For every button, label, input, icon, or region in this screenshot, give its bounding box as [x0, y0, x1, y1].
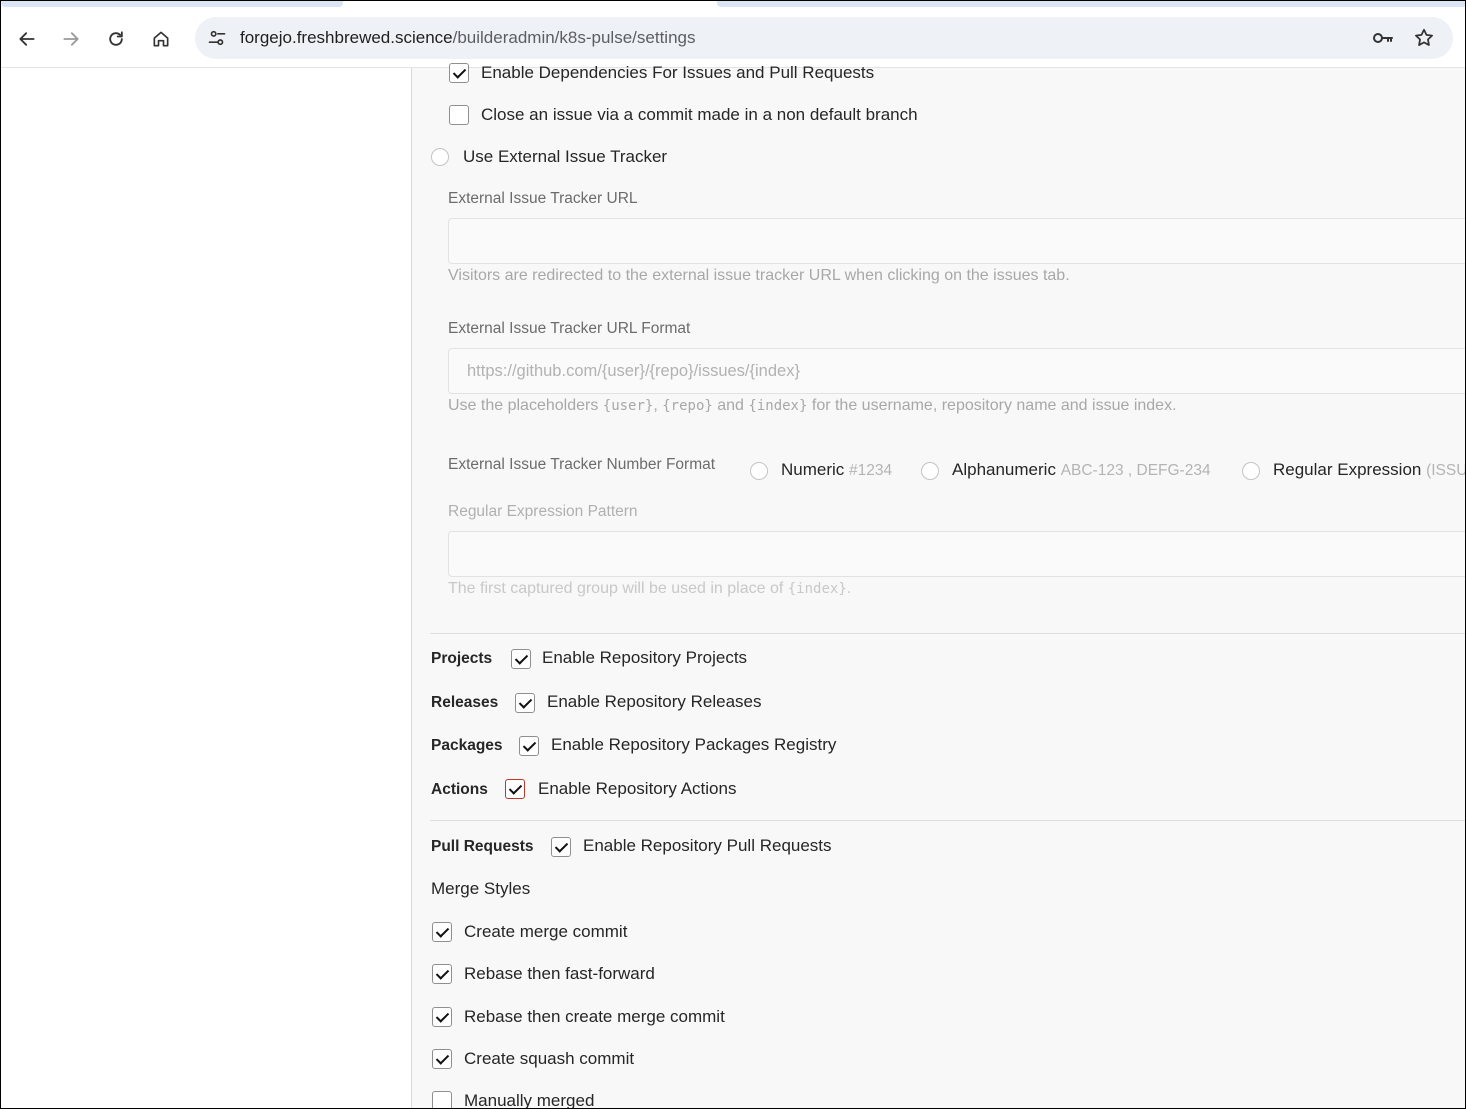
merge-style-manual-label[interactable]: Manually merged: [464, 1091, 594, 1108]
alphanumeric-format-name: Alphanumeric: [952, 460, 1056, 479]
url-format-help-sep2: and: [712, 397, 749, 414]
numeric-format-name: Numeric: [781, 460, 845, 479]
url-format-input[interactable]: [449, 349, 1465, 393]
url-format-help-prefix: Use the placeholders: [448, 397, 603, 414]
actions-checkbox[interactable]: [505, 779, 525, 799]
pull-requests-checkbox[interactable]: [551, 837, 571, 857]
external-tracker-label[interactable]: Use External Issue Tracker: [463, 147, 667, 167]
regex-help-index: {index}: [787, 581, 847, 597]
projects-label[interactable]: Enable Repository Projects: [542, 648, 747, 668]
back-button[interactable]: [11, 23, 43, 55]
regex-format-example: (ISSU: [1426, 462, 1466, 479]
url-format-field[interactable]: [448, 348, 1465, 394]
unit-projects-name: Projects: [431, 650, 493, 667]
merge-style-squash-label[interactable]: Create squash commit: [464, 1049, 634, 1069]
projects-checkbox[interactable]: [511, 649, 531, 669]
settings-content: Enable Dependencies For Issues and Pull …: [411, 63, 1466, 1108]
alphanumeric-format-example: ABC-123 , DEFG-234: [1060, 462, 1211, 479]
tracker-url-field[interactable]: [448, 218, 1465, 264]
url-host: forgejo.freshbrewed.science: [240, 28, 453, 47]
url-format-label: External Issue Tracker URL Format: [448, 320, 691, 337]
merge-style-merge-label[interactable]: Create merge commit: [464, 922, 627, 942]
merge-style-checkbox-merge[interactable]: [432, 922, 452, 942]
tab-strip: [1, 1, 1465, 9]
settings-sidebar-area: [1, 68, 411, 1108]
regex-format-option[interactable]: Regular Expression (ISSU: [1273, 460, 1466, 480]
numeric-format-radio[interactable]: [750, 462, 768, 480]
numeric-format-example: #1234: [849, 462, 893, 479]
regex-format-name: Regular Expression: [1273, 460, 1422, 479]
tracker-url-input[interactable]: [449, 219, 1465, 263]
tracker-url-label: External Issue Tracker URL: [448, 190, 638, 207]
unit-packages-name: Packages: [431, 737, 503, 754]
actions-label[interactable]: Enable Repository Actions: [538, 779, 736, 799]
url-text[interactable]: forgejo.freshbrewed.science/builderadmin…: [240, 17, 695, 59]
merge-style-checkbox-manual[interactable]: [432, 1091, 452, 1108]
unit-actions-name: Actions: [431, 781, 488, 798]
tab-inactive-edge[interactable]: [717, 1, 1465, 7]
unit-pull-requests-name: Pull Requests: [431, 838, 534, 855]
merge-styles-title: Merge Styles: [431, 879, 531, 898]
page-viewport: Enable Dependencies For Issues and Pull …: [1, 63, 1466, 1108]
arrow-right-icon: [63, 32, 79, 46]
releases-label[interactable]: Enable Repository Releases: [547, 692, 762, 712]
tab-active-edge[interactable]: [1, 1, 343, 7]
close-commit-checkbox[interactable]: [449, 105, 469, 125]
merge-style-rebase-label[interactable]: Rebase then fast-forward: [464, 964, 655, 984]
arrow-left-icon: [19, 32, 35, 46]
reload-icon: [109, 31, 123, 46]
url-path: /builderadmin/k8s-pulse/settings: [452, 28, 696, 47]
external-tracker-radio[interactable]: [431, 148, 449, 166]
placeholder-user: {user}: [602, 398, 654, 414]
address-bar[interactable]: forgejo.freshbrewed.science/builderadmin…: [195, 17, 1453, 59]
regex-pattern-label: Regular Expression Pattern: [448, 503, 638, 520]
home-button[interactable]: [145, 23, 177, 55]
packages-label[interactable]: Enable Repository Packages Registry: [551, 735, 836, 755]
regex-help-suffix: .: [846, 580, 852, 597]
browser-window: forgejo.freshbrewed.science/builderadmin…: [0, 0, 1466, 1109]
alphanumeric-format-radio[interactable]: [921, 462, 939, 480]
section-divider-2: [430, 820, 1465, 821]
browser-toolbar: forgejo.freshbrewed.science/builderadmin…: [1, 9, 1465, 68]
regex-pattern-help: The first captured group will be used in…: [448, 580, 851, 598]
section-divider: [430, 633, 1465, 634]
unit-releases-name: Releases: [431, 694, 499, 711]
site-info-button[interactable]: [203, 24, 231, 52]
merge-style-rebase-merge-label[interactable]: Rebase then create merge commit: [464, 1007, 725, 1027]
merge-style-checkbox-squash[interactable]: [432, 1049, 452, 1069]
numeric-format-option[interactable]: Numeric #1234: [781, 460, 892, 480]
regex-pattern-input[interactable]: [449, 532, 1465, 576]
dependencies-label[interactable]: Enable Dependencies For Issues and Pull …: [481, 63, 874, 83]
placeholder-repo: {repo}: [662, 398, 713, 414]
releases-checkbox[interactable]: [515, 693, 535, 713]
tune-icon: [208, 30, 226, 46]
star-icon: [1415, 28, 1433, 46]
url-format-help-suffix: for the username, repository name and is…: [807, 397, 1177, 414]
pull-requests-label[interactable]: Enable Repository Pull Requests: [583, 836, 832, 856]
alphanumeric-format-option[interactable]: Alphanumeric ABC-123 , DEFG-234: [952, 460, 1211, 480]
home-icon: [153, 31, 169, 47]
key-icon: [1373, 33, 1393, 43]
bookmark-button[interactable]: [1412, 26, 1436, 50]
merge-style-checkbox-rebase-merge[interactable]: [432, 1007, 452, 1027]
placeholder-index: {index}: [748, 398, 808, 414]
merge-style-checkbox-rebase[interactable]: [432, 964, 452, 984]
dependencies-checkbox[interactable]: [449, 63, 469, 83]
password-key-button[interactable]: [1371, 26, 1395, 50]
close-commit-label[interactable]: Close an issue via a commit made in a no…: [481, 105, 918, 125]
packages-checkbox[interactable]: [519, 736, 539, 756]
reload-button[interactable]: [100, 23, 132, 55]
url-format-help-sep1: ,: [653, 397, 663, 414]
regex-help-prefix: The first captured group will be used in…: [448, 580, 788, 597]
regex-pattern-field[interactable]: [448, 531, 1465, 577]
tracker-url-help: Visitors are redirected to the external …: [448, 267, 1070, 284]
forward-button[interactable]: [55, 23, 87, 55]
number-format-label: External Issue Tracker Number Format: [448, 456, 716, 473]
regex-format-radio[interactable]: [1242, 462, 1260, 480]
url-format-help: Use the placeholders {user}, {repo} and …: [448, 397, 1177, 415]
